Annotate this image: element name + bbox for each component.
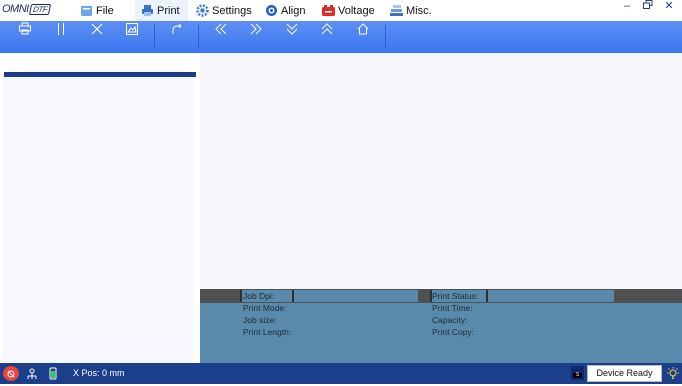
print-copy-label: Print Copy: xyxy=(432,327,475,337)
device-indicator-icon: S xyxy=(571,366,584,380)
toolbar-separator xyxy=(154,25,155,49)
menu-voltage[interactable]: Voltage xyxy=(322,0,375,21)
print-status-label: Print Status: xyxy=(432,291,479,301)
toolbar-pause-button[interactable] xyxy=(49,22,73,48)
close-window-button[interactable]: ✕ xyxy=(659,0,679,12)
menu-print[interactable]: Print xyxy=(135,0,188,21)
toolbar-home-button[interactable] xyxy=(351,22,375,48)
double-chevron-down-icon xyxy=(286,23,298,35)
stack-icon xyxy=(390,4,403,17)
x-position-readout: X Pos: 0 mm xyxy=(73,368,125,378)
network-icon[interactable] xyxy=(24,366,40,381)
toolbar-move-down-button[interactable] xyxy=(280,22,304,48)
lightbulb-icon[interactable] xyxy=(666,366,680,381)
header-cell xyxy=(486,290,614,302)
battery-icon xyxy=(322,4,335,17)
header-cell xyxy=(292,290,418,302)
app-logo: OMNI DTF xyxy=(2,3,51,18)
toolbar-separator xyxy=(385,25,386,49)
job-size-label: Job size: xyxy=(243,315,277,325)
print-time-label: Print Time: xyxy=(432,303,473,313)
ink-level-icon[interactable] xyxy=(45,366,61,381)
gear-icon xyxy=(196,4,209,17)
double-chevron-up-icon xyxy=(321,23,333,35)
double-chevron-right-icon xyxy=(250,23,262,35)
minimize-button[interactable]: – xyxy=(617,0,637,12)
toolbar-move-up-button[interactable] xyxy=(315,22,339,48)
toolbar-separator xyxy=(198,25,199,49)
print-mode-label: Print Mode: xyxy=(243,303,287,313)
capacity-label: Capacity: xyxy=(432,315,468,325)
connection-icon[interactable] xyxy=(3,366,19,381)
menu-misc[interactable]: Misc. xyxy=(390,0,432,21)
menu-align[interactable]: Align xyxy=(265,0,305,21)
job-list-panel xyxy=(0,53,200,363)
toolbar-move-left-button[interactable] xyxy=(209,22,233,48)
print-length-label: Print Length: xyxy=(243,327,292,337)
print-toolbar xyxy=(0,21,682,53)
job-list-header-bar xyxy=(4,72,196,77)
job-dpi-label: Job Dpi: xyxy=(243,291,275,301)
toolbar-redo-button[interactable] xyxy=(165,22,189,48)
file-icon xyxy=(80,5,93,17)
restore-button[interactable] xyxy=(638,0,658,12)
restore-icon xyxy=(643,0,653,9)
close-icon xyxy=(91,23,103,35)
printer-icon xyxy=(19,22,31,35)
status-bar: X Pos: 0 mm S Device Ready xyxy=(0,363,682,384)
home-icon xyxy=(357,23,369,35)
menu-file[interactable]: File xyxy=(80,0,114,21)
print-preview-area[interactable] xyxy=(200,53,682,289)
redo-icon xyxy=(172,23,182,34)
job-info-panel: Job Dpi: Print Mode: Job size: Print Len… xyxy=(200,289,682,363)
menu-settings[interactable]: Settings xyxy=(196,0,252,21)
toolbar-image-button[interactable] xyxy=(120,22,144,48)
toolbar-move-right-button[interactable] xyxy=(244,22,268,48)
menu-bar: OMNI DTF File Print Settings Align Voltag… xyxy=(0,0,682,21)
device-status: Device Ready xyxy=(587,365,662,382)
printer-icon xyxy=(141,4,154,17)
toolbar-cancel-button[interactable] xyxy=(85,22,109,48)
target-icon xyxy=(265,5,278,17)
job-list[interactable] xyxy=(3,73,193,363)
double-chevron-left-icon xyxy=(215,23,227,35)
image-icon xyxy=(126,23,138,35)
pause-icon xyxy=(58,23,64,35)
toolbar-print-button[interactable] xyxy=(13,22,37,48)
